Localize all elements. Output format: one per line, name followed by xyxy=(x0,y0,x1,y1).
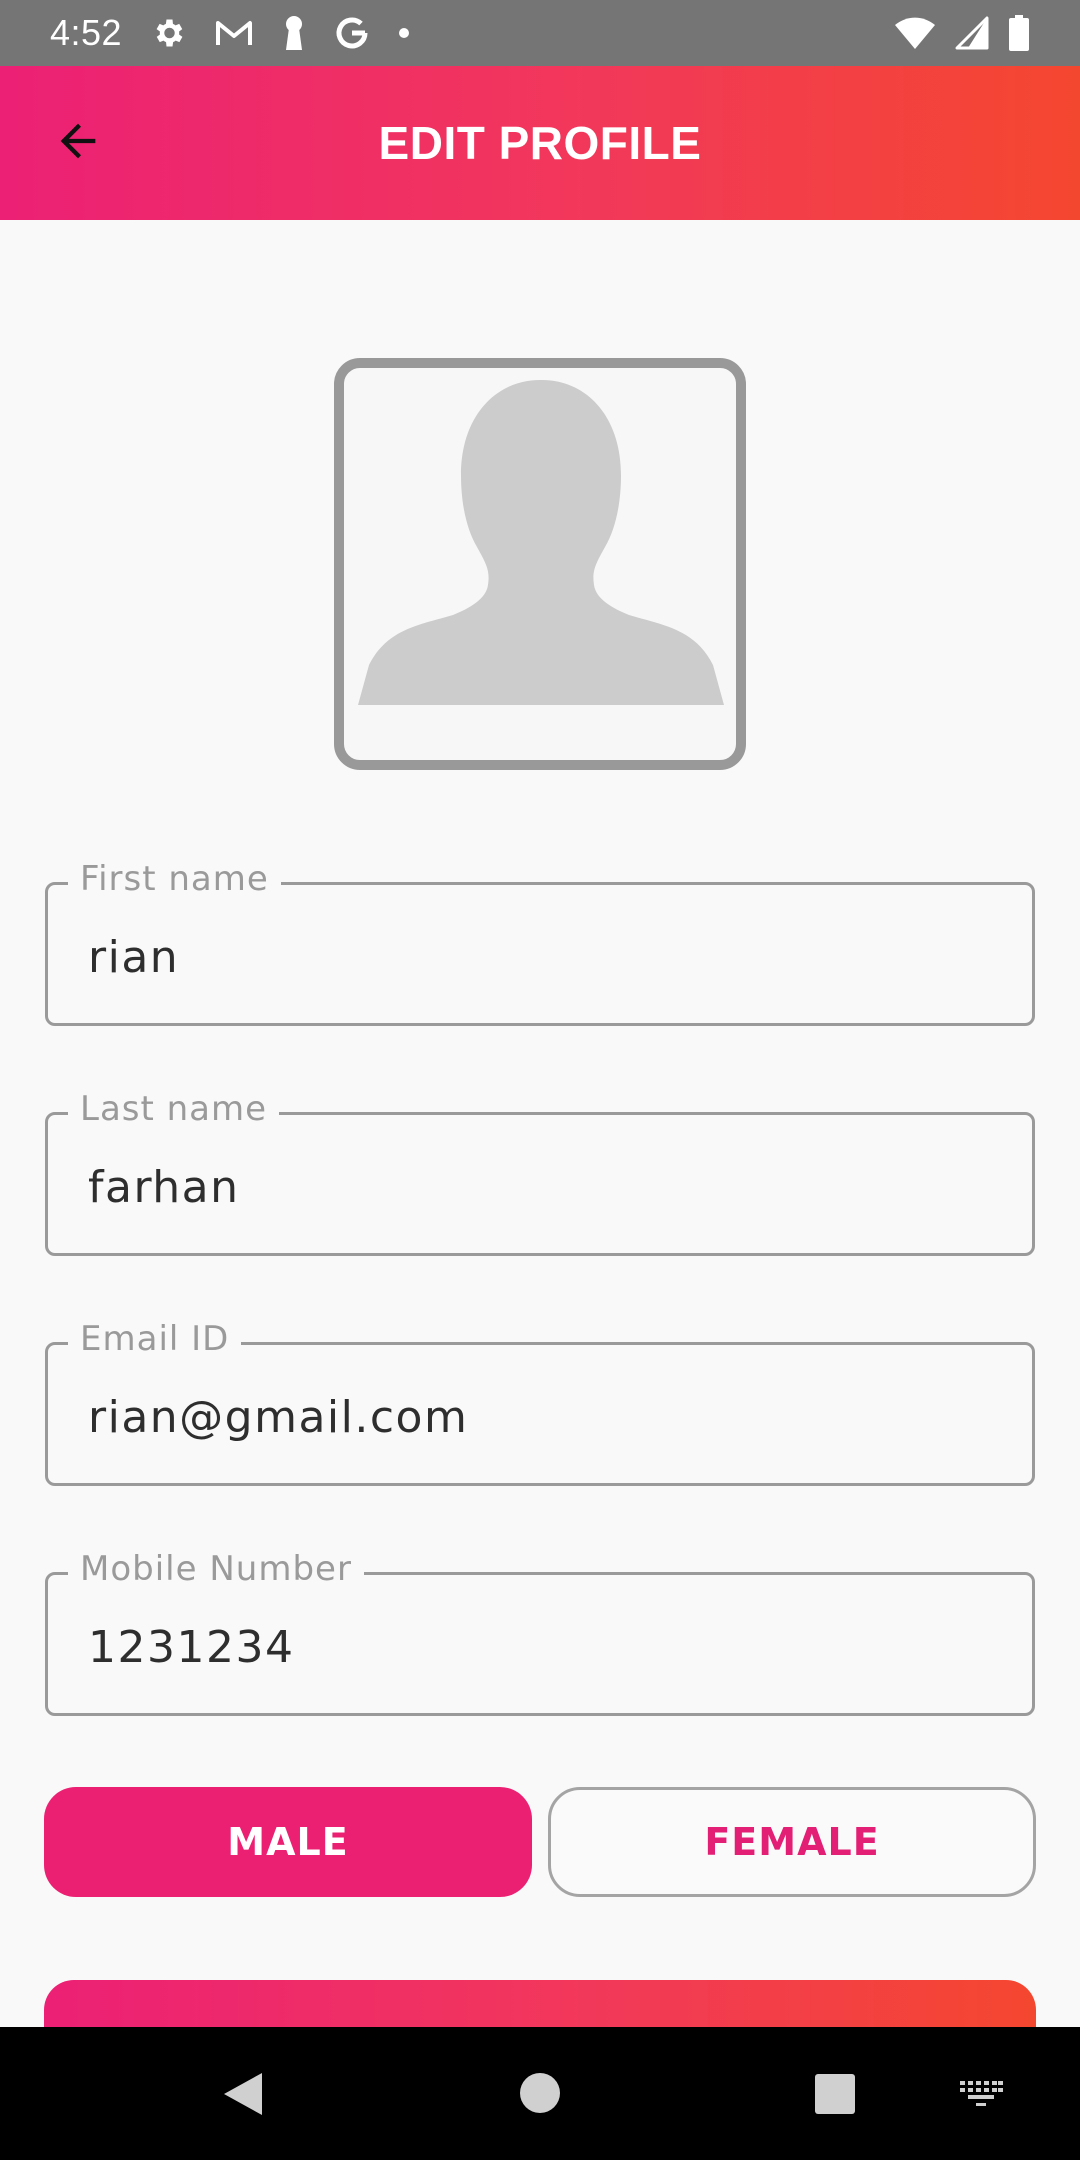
male-button[interactable]: MALE xyxy=(44,1787,532,1897)
first-name-label: First name xyxy=(68,859,281,899)
first-name-field[interactable]: First name xyxy=(45,859,1035,1026)
female-button-label: FEMALE xyxy=(704,1820,880,1864)
status-bar-left: 4:52 xyxy=(50,12,410,54)
email-field[interactable]: Email ID xyxy=(45,1319,1035,1486)
back-triangle-icon xyxy=(222,2071,264,2121)
mobile-number-field[interactable]: Mobile Number xyxy=(45,1549,1035,1716)
mobile-number-label: Mobile Number xyxy=(68,1549,364,1589)
last-name-input[interactable] xyxy=(88,1157,1002,1217)
nav-back-button[interactable] xyxy=(222,2071,264,2121)
home-circle-icon xyxy=(518,2071,562,2119)
female-button[interactable]: FEMALE xyxy=(548,1787,1036,1897)
battery-icon xyxy=(1008,15,1030,51)
edit-profile-screen: 4:52 EDIT PROFILE First name rian Last n… xyxy=(0,0,1080,2160)
nav-recents-button[interactable] xyxy=(814,2073,856,2119)
status-bar: 4:52 xyxy=(0,0,1080,66)
google-icon xyxy=(334,15,370,51)
last-name-field[interactable]: Last name xyxy=(45,1089,1035,1256)
nav-home-button[interactable] xyxy=(518,2071,562,2119)
arrow-left-icon xyxy=(52,115,104,171)
wifi-icon xyxy=(894,16,936,50)
dot-icon xyxy=(398,27,410,39)
app-bar: EDIT PROFILE xyxy=(0,66,1080,220)
first-name-input[interactable] xyxy=(88,927,1002,987)
keyhole-icon xyxy=(282,14,306,52)
person-placeholder-icon xyxy=(344,368,736,760)
nav-keyboard-button[interactable] xyxy=(958,2079,1004,2111)
back-button[interactable] xyxy=(48,113,108,173)
page-title: EDIT PROFILE xyxy=(378,117,702,169)
signal-icon xyxy=(954,15,990,51)
last-name-label: Last name xyxy=(68,1089,280,1129)
email-input[interactable] xyxy=(88,1387,1002,1447)
profile-photo[interactable] xyxy=(334,358,746,770)
male-button-label: MALE xyxy=(227,1820,349,1864)
gear-icon xyxy=(150,15,186,51)
status-bar-right xyxy=(894,15,1030,51)
status-time: 4:52 xyxy=(50,12,123,53)
email-label: Email ID xyxy=(68,1319,242,1359)
gmail-icon xyxy=(214,17,254,49)
recents-square-icon xyxy=(814,2073,856,2119)
mobile-number-input[interactable] xyxy=(88,1617,1002,1677)
keyboard-icon xyxy=(958,2079,1004,2111)
navigation-bar xyxy=(0,2027,1080,2160)
